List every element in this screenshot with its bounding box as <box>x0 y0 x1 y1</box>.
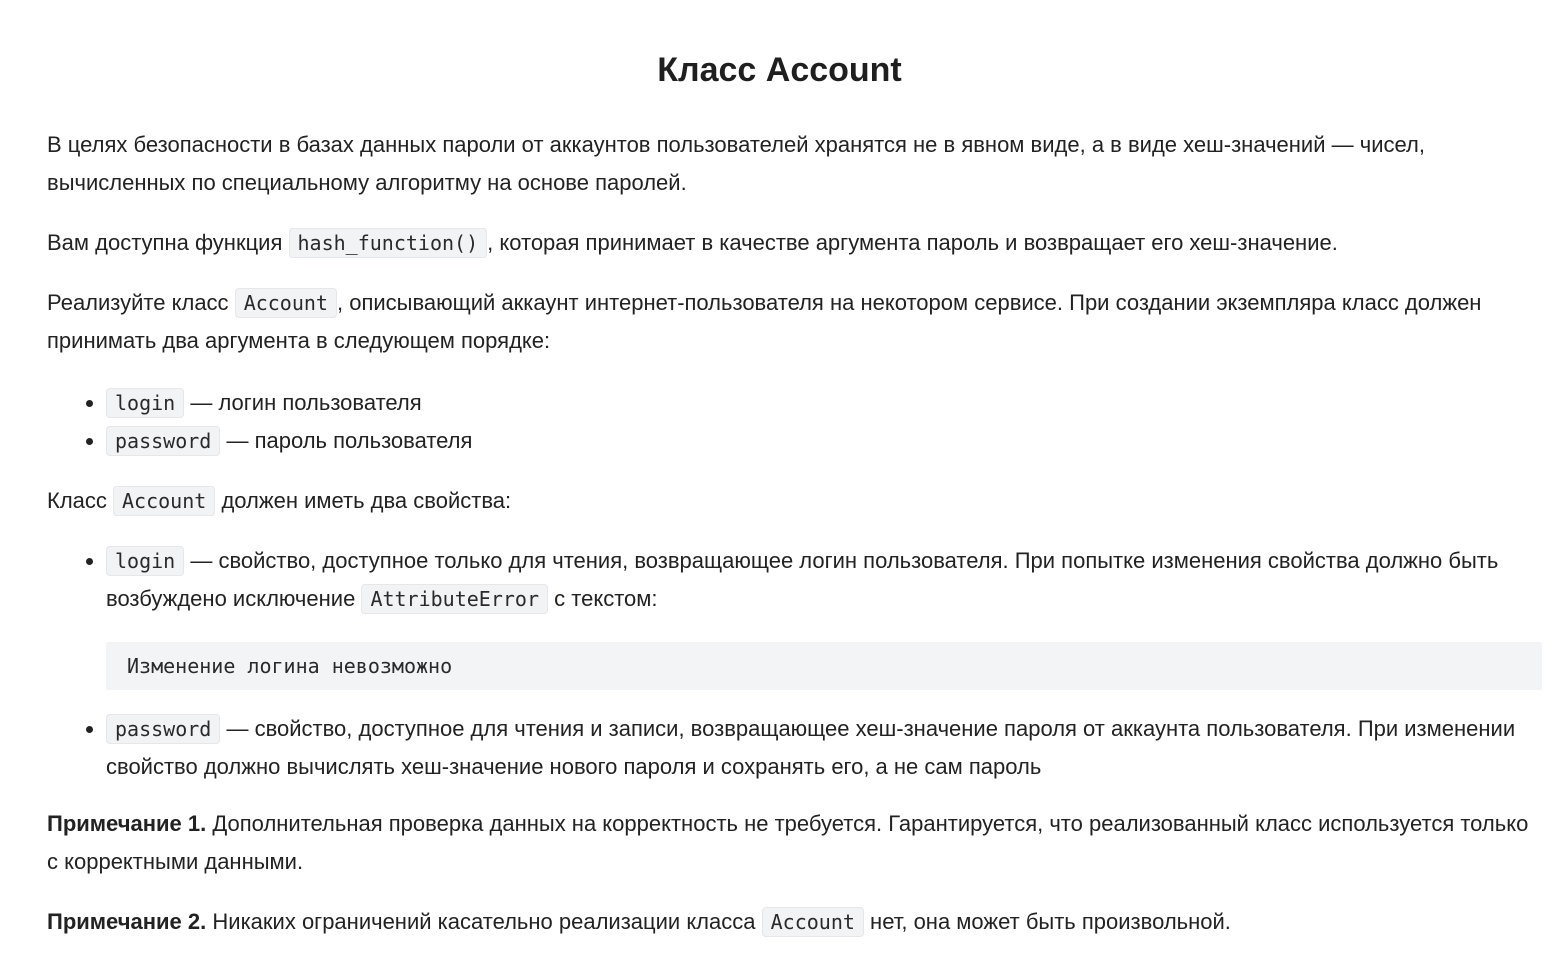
paragraph-text: Вам доступна функция <box>47 230 283 255</box>
task-page: Класс Account В целях безопасности в баз… <box>0 0 1560 962</box>
inline-code-login: login <box>106 546 185 576</box>
intro-paragraph: В целях безопасности в базах данных паро… <box>47 132 1425 195</box>
code-block-text: Изменение логина невозможно <box>127 654 453 678</box>
paragraph-text: Класс <box>47 488 107 513</box>
paragraph-text: должен иметь два свойства: <box>221 488 512 513</box>
paragraph-text: Реализуйте класс <box>47 290 229 315</box>
inline-code-account: Account <box>113 486 216 516</box>
properties-list: login — свойство, доступное только для ч… <box>47 542 1542 785</box>
inline-code-attribute-error: AttributeError <box>361 584 549 614</box>
note-text: нет, она может быть произвольной. <box>870 909 1231 934</box>
list-item: login — свойство, доступное только для ч… <box>106 542 1542 690</box>
inline-code-password: password <box>106 714 221 744</box>
properties-paragraph: Класс Account должен иметь два свойства: <box>47 482 1542 520</box>
list-item-text: — пароль пользователя <box>226 428 473 453</box>
note-2: Примечание 2. Никаких ограничений касате… <box>47 903 1542 941</box>
note-label: Примечание 2. <box>47 909 207 934</box>
inline-code-password: password <box>106 426 221 456</box>
list-item: login — логин пользователя <box>106 384 1542 422</box>
note-text: Дополнительная проверка данных на коррек… <box>47 811 1529 874</box>
list-item-text: с текстом: <box>554 586 658 611</box>
page-title: Класс Account <box>657 51 902 89</box>
note-label: Примечание 1. <box>47 811 207 836</box>
hash-function-paragraph: Вам доступна функция hash_function(), ко… <box>47 224 1542 262</box>
paragraph-text: , которая принимает в качестве аргумента… <box>487 230 1338 255</box>
inline-code-hash-function: hash_function() <box>288 228 488 258</box>
list-item: password — свойство, доступное для чтени… <box>106 710 1542 785</box>
arguments-list: login — логин пользователя password — па… <box>47 384 1542 460</box>
inline-code-account: Account <box>761 907 864 937</box>
list-item-text: — свойство, доступное для чтения и запис… <box>106 716 1516 779</box>
inline-code-login: login <box>106 388 185 418</box>
inline-code-account: Account <box>234 288 337 318</box>
list-item-text: — свойство, доступное только для чтения,… <box>106 548 1499 611</box>
implement-class-paragraph: Реализуйте класс Account, описывающий ак… <box>47 284 1542 360</box>
list-item-text: — логин пользователя <box>190 390 422 415</box>
code-block: Изменение логина невозможно <box>106 642 1542 690</box>
note-1: Примечание 1. Дополнительная проверка да… <box>47 805 1542 881</box>
note-text: Никаких ограничений касательно реализаци… <box>212 909 756 934</box>
list-item: password — пароль пользователя <box>106 422 1542 460</box>
